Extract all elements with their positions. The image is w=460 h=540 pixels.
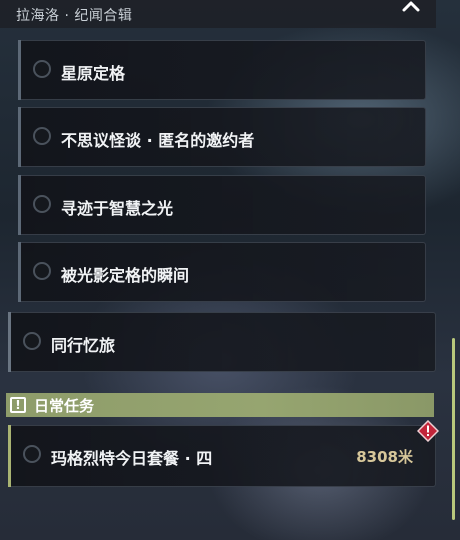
quest-label: 玛格烈特今日套餐 · 四 [51, 449, 213, 468]
quest-radio[interactable] [23, 332, 41, 350]
chevron-up-icon[interactable] [400, 0, 422, 16]
distance-label: 8308米 [356, 448, 413, 466]
daily-section-label: 日常任务 [34, 397, 95, 415]
quest-radio[interactable] [33, 60, 51, 78]
collection-header[interactable]: 拉海洛 · 纪闻合辑 [0, 0, 436, 28]
quest-radio[interactable] [23, 445, 41, 463]
main-quest-item[interactable]: 同行忆旅 [8, 312, 436, 372]
quest-item[interactable]: 不思议怪谈 · 匿名的邀约者 [18, 107, 426, 167]
daily-quest-item[interactable]: 玛格烈特今日套餐 · 四 8308米 [8, 425, 436, 487]
quest-label: 星原定格 [61, 64, 126, 83]
quest-label: 被光影定格的瞬间 [61, 266, 190, 285]
collection-title: 拉海洛 · 纪闻合辑 [16, 8, 133, 24]
quest-label: 同行忆旅 [51, 336, 116, 355]
daily-section-header: ! 日常任务 [6, 393, 434, 417]
quest-radio[interactable] [33, 127, 51, 145]
quest-item[interactable]: 寻迹于智慧之光 [18, 175, 426, 235]
quest-item[interactable]: 星原定格 [18, 40, 426, 100]
quest-item[interactable]: 被光影定格的瞬间 [18, 242, 426, 302]
warning-diamond-icon [416, 419, 440, 443]
exclamation-icon: ! [10, 397, 26, 413]
scrollbar[interactable] [452, 338, 455, 520]
quest-label: 不思议怪谈 · 匿名的邀约者 [61, 131, 255, 150]
quest-label: 寻迹于智慧之光 [61, 199, 174, 218]
quest-radio[interactable] [33, 262, 51, 280]
quest-radio[interactable] [33, 195, 51, 213]
